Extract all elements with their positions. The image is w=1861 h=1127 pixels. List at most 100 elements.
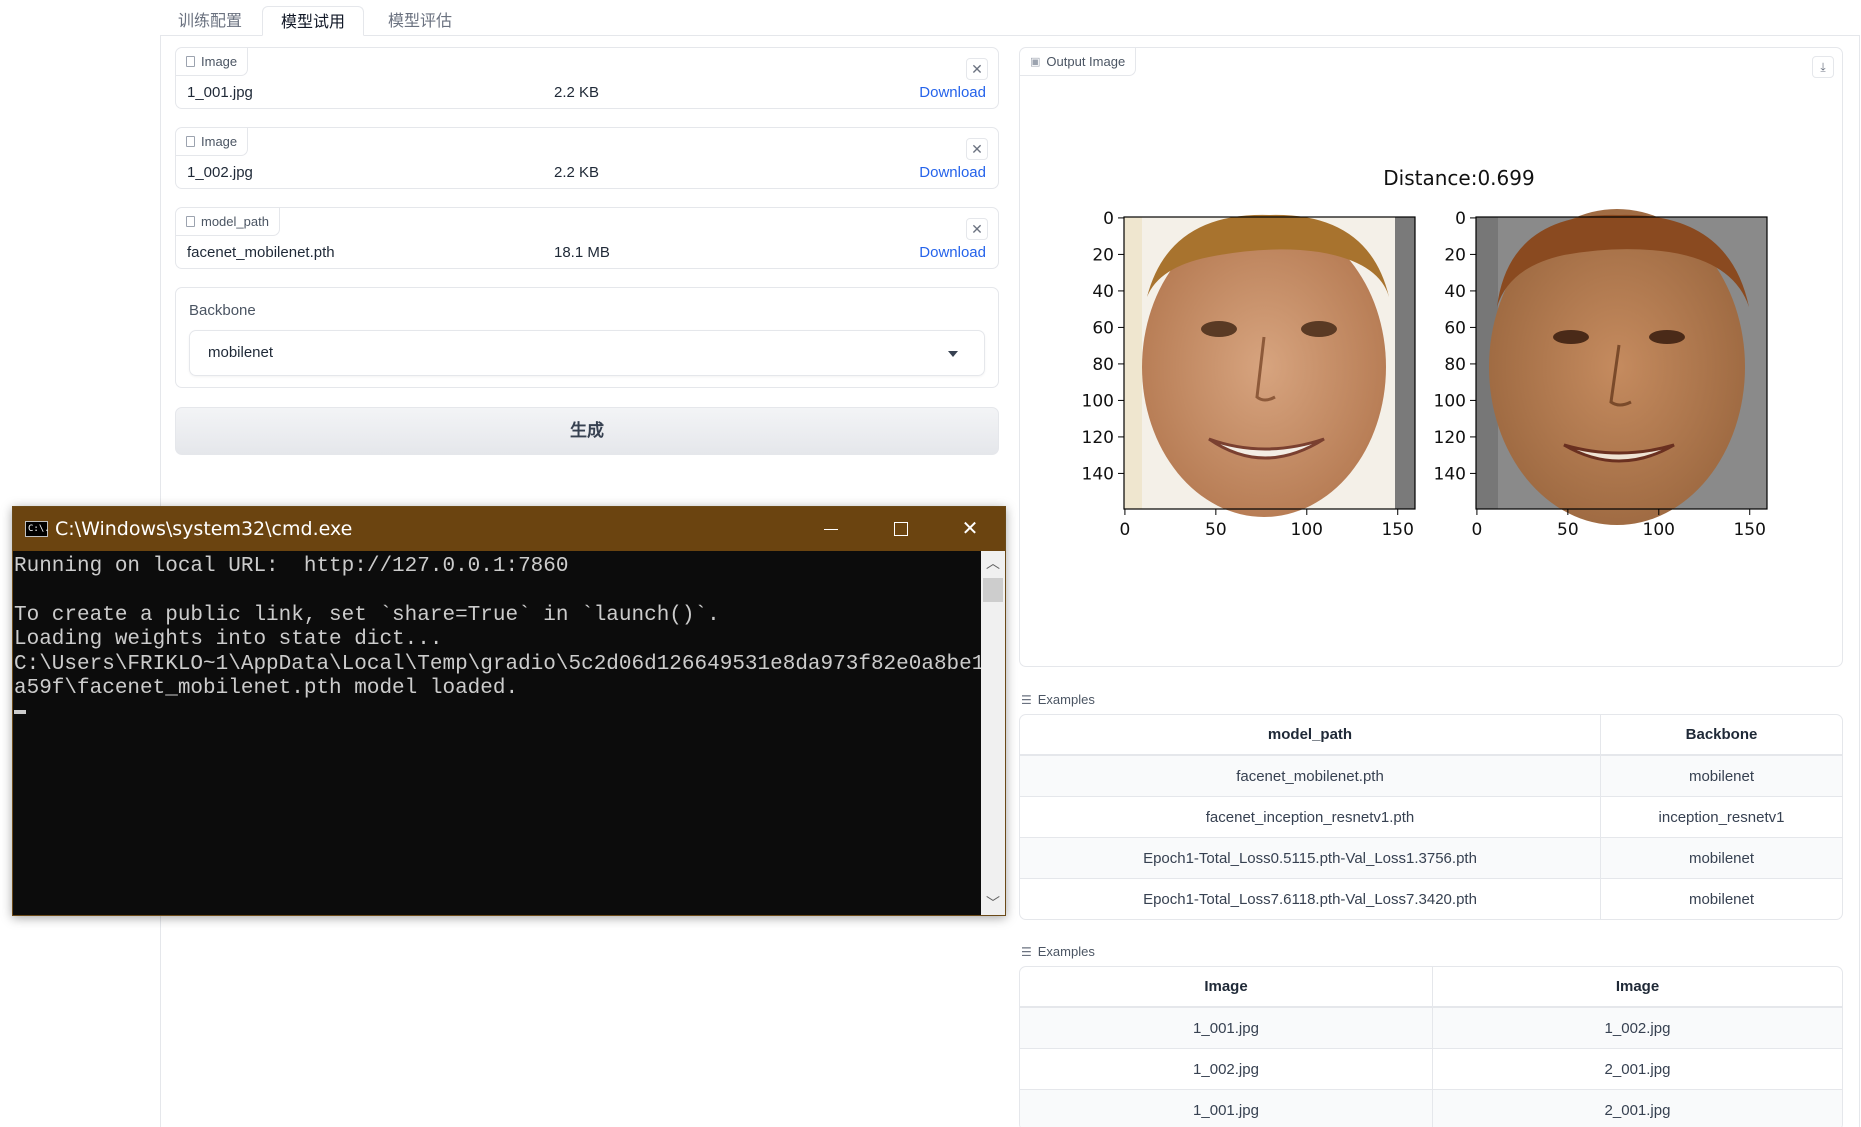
table-row[interactable]: 1_002.jpg 2_001.jpg xyxy=(1020,1048,1842,1089)
y-tick-label: 60 xyxy=(1444,318,1466,338)
table-row[interactable]: 1_001.jpg 1_002.jpg xyxy=(1020,1007,1842,1048)
cmd-line: Running on local URL: http://127.0.0.1:7… xyxy=(14,555,569,578)
y-tick-label: 0 xyxy=(1455,209,1466,229)
minimize-icon[interactable] xyxy=(795,507,865,551)
close-icon[interactable]: ✕ xyxy=(966,58,988,80)
model-path-label: model_path xyxy=(176,208,280,236)
image1-upload[interactable]: Image ✕ 1_001.jpg 2.2 KB Download xyxy=(175,47,999,109)
right-face-image xyxy=(1476,209,1767,525)
table-row[interactable]: Epoch1-Total_Loss7.6118.pth-Val_Loss7.34… xyxy=(1020,878,1842,919)
output-plot: Distance:0.699 0 20 40 60 80 100 120 140 0 50 100 1… xyxy=(1082,166,1768,540)
examples2-label: ☰ Examples xyxy=(1021,944,1095,959)
table-cell[interactable]: 1_001.jpg xyxy=(1020,1089,1432,1127)
table-cell[interactable]: 1_002.jpg xyxy=(1432,1007,1842,1048)
y-tick-label: 120 xyxy=(1434,428,1466,448)
close-icon[interactable]: ✕ xyxy=(966,138,988,160)
backbone-dropdown-block: Backbone mobilenet xyxy=(175,287,999,388)
cmd-line: a59f\facenet_mobilenet.pth model loaded. xyxy=(14,677,519,701)
table-cell[interactable]: Epoch1-Total_Loss7.6118.pth-Val_Loss7.34… xyxy=(1020,878,1600,919)
y-tick-label: 100 xyxy=(1434,391,1466,411)
close-icon[interactable]: ✕ xyxy=(935,507,1005,551)
image2-upload[interactable]: Image ✕ 1_002.jpg 2.2 KB Download xyxy=(175,127,999,189)
scroll-thumb[interactable] xyxy=(983,578,1003,602)
table-cell[interactable]: 2_001.jpg xyxy=(1432,1048,1842,1089)
file-icon xyxy=(186,216,195,227)
list-icon: ☰ xyxy=(1021,944,1032,959)
cmd-output[interactable]: Running on local URL: http://127.0.0.1:7… xyxy=(13,551,983,915)
cmd-cursor xyxy=(14,709,26,714)
image1-filename: 1_001.jpg xyxy=(187,84,253,101)
y-tick-label: 140 xyxy=(1434,464,1466,484)
examples2-table: Image Image 1_001.jpg 1_002.jpg 1_002.jp… xyxy=(1019,966,1843,1127)
model-path-filename: facenet_mobilenet.pth xyxy=(187,244,335,261)
image1-filesize: 2.2 KB xyxy=(554,84,600,101)
chevron-up-icon[interactable]: ︿ xyxy=(981,551,1005,575)
table-cell[interactable]: 2_001.jpg xyxy=(1432,1089,1842,1127)
maximize-icon[interactable] xyxy=(865,507,935,551)
generate-button[interactable]: 生成 xyxy=(175,407,999,455)
table-cell[interactable]: facenet_mobilenet.pth xyxy=(1020,755,1600,796)
image1-download-link[interactable]: Download xyxy=(919,84,986,101)
examples1-label: ☰ Examples xyxy=(1021,692,1095,707)
table-row[interactable]: facenet_inception_resnetv1.pth inception… xyxy=(1020,796,1842,837)
chevron-down-icon[interactable] xyxy=(948,351,958,357)
table-cell[interactable]: facenet_inception_resnetv1.pth xyxy=(1020,796,1600,837)
cmd-titlebar[interactable]: C:\. C:\Windows\system32\cmd.exe ✕ xyxy=(13,507,1005,551)
tab-model-trial[interactable]: 模型试用 xyxy=(262,6,365,36)
y-tick-label: 0 xyxy=(1103,209,1114,229)
cmd-line: Loading weights into state dict... xyxy=(14,628,443,652)
y-tick-label: 40 xyxy=(1092,282,1114,302)
image2-label: Image xyxy=(176,128,249,156)
file-icon xyxy=(186,56,195,67)
file-icon xyxy=(186,136,195,147)
y-tick-label: 20 xyxy=(1444,245,1466,265)
table-cell[interactable]: Epoch1-Total_Loss0.5115.pth-Val_Loss1.37… xyxy=(1020,837,1600,878)
examples1-header-model-path: model_path xyxy=(1020,715,1600,755)
x-tick-label: 50 xyxy=(1205,520,1227,540)
y-tick-label: 80 xyxy=(1444,355,1466,375)
cmd-line: To create a public link, set `share=True… xyxy=(14,603,720,627)
y-tick-label: 100 xyxy=(1082,391,1114,411)
y-tick-label: 60 xyxy=(1092,318,1114,338)
x-tick-label: 100 xyxy=(1291,520,1323,540)
image1-label-text: Image xyxy=(201,53,238,69)
close-icon[interactable]: ✕ xyxy=(966,218,988,240)
table-cell[interactable]: inception_resnetv1 xyxy=(1600,796,1842,837)
x-tick-label: 50 xyxy=(1557,520,1579,540)
tab-bar: 训练配置 模型试用 模型评估 xyxy=(160,0,1860,36)
table-cell[interactable]: mobilenet xyxy=(1600,755,1842,796)
tab-train-config[interactable]: 训练配置 xyxy=(160,6,260,36)
cmd-app-icon: C:\. xyxy=(25,521,50,537)
list-icon: ☰ xyxy=(1021,692,1032,707)
image2-download-link[interactable]: Download xyxy=(919,164,986,181)
image2-label-text: Image xyxy=(201,133,238,149)
table-row[interactable]: 1_001.jpg 2_001.jpg xyxy=(1020,1089,1842,1127)
table-cell[interactable]: 1_001.jpg xyxy=(1020,1007,1432,1048)
y-tick-label: 40 xyxy=(1444,282,1466,302)
cmd-scrollbar[interactable]: ︿ ﹀ xyxy=(981,551,1005,915)
cmd-title: C:\Windows\system32\cmd.exe xyxy=(55,518,353,540)
backbone-label: Backbone xyxy=(189,302,256,319)
model-path-upload[interactable]: model_path ✕ facenet_mobilenet.pth 18.1 … xyxy=(175,207,999,269)
backbone-value: mobilenet xyxy=(208,344,274,361)
model-path-download-link[interactable]: Download xyxy=(919,244,986,261)
x-tick-label: 0 xyxy=(1119,520,1130,540)
y-tick-label: 80 xyxy=(1092,355,1114,375)
left-face-image xyxy=(1124,214,1415,517)
table-cell[interactable]: mobilenet xyxy=(1600,878,1842,919)
table-row[interactable]: facenet_mobilenet.pth mobilenet xyxy=(1020,755,1842,796)
model-path-filesize: 18.1 MB xyxy=(554,244,610,261)
backbone-select[interactable]: mobilenet xyxy=(189,330,985,376)
cmd-line: C:\Users\FRIKLO~1\AppData\Local\Temp\gra… xyxy=(14,652,983,676)
y-tick-label: 120 xyxy=(1082,428,1114,448)
x-tick-label: 0 xyxy=(1471,520,1482,540)
examples1-label-text: Examples xyxy=(1037,692,1095,707)
table-cell[interactable]: 1_002.jpg xyxy=(1020,1048,1432,1089)
chevron-down-icon[interactable]: ﹀ xyxy=(981,891,1005,915)
x-tick-label: 150 xyxy=(1381,520,1413,540)
examples1-header-backbone: Backbone xyxy=(1600,715,1842,755)
table-row[interactable]: Epoch1-Total_Loss0.5115.pth-Val_Loss1.37… xyxy=(1020,837,1842,878)
tab-model-eval[interactable]: 模型评估 xyxy=(370,6,470,36)
image2-filename: 1_002.jpg xyxy=(187,164,253,181)
table-cell[interactable]: mobilenet xyxy=(1600,837,1842,878)
